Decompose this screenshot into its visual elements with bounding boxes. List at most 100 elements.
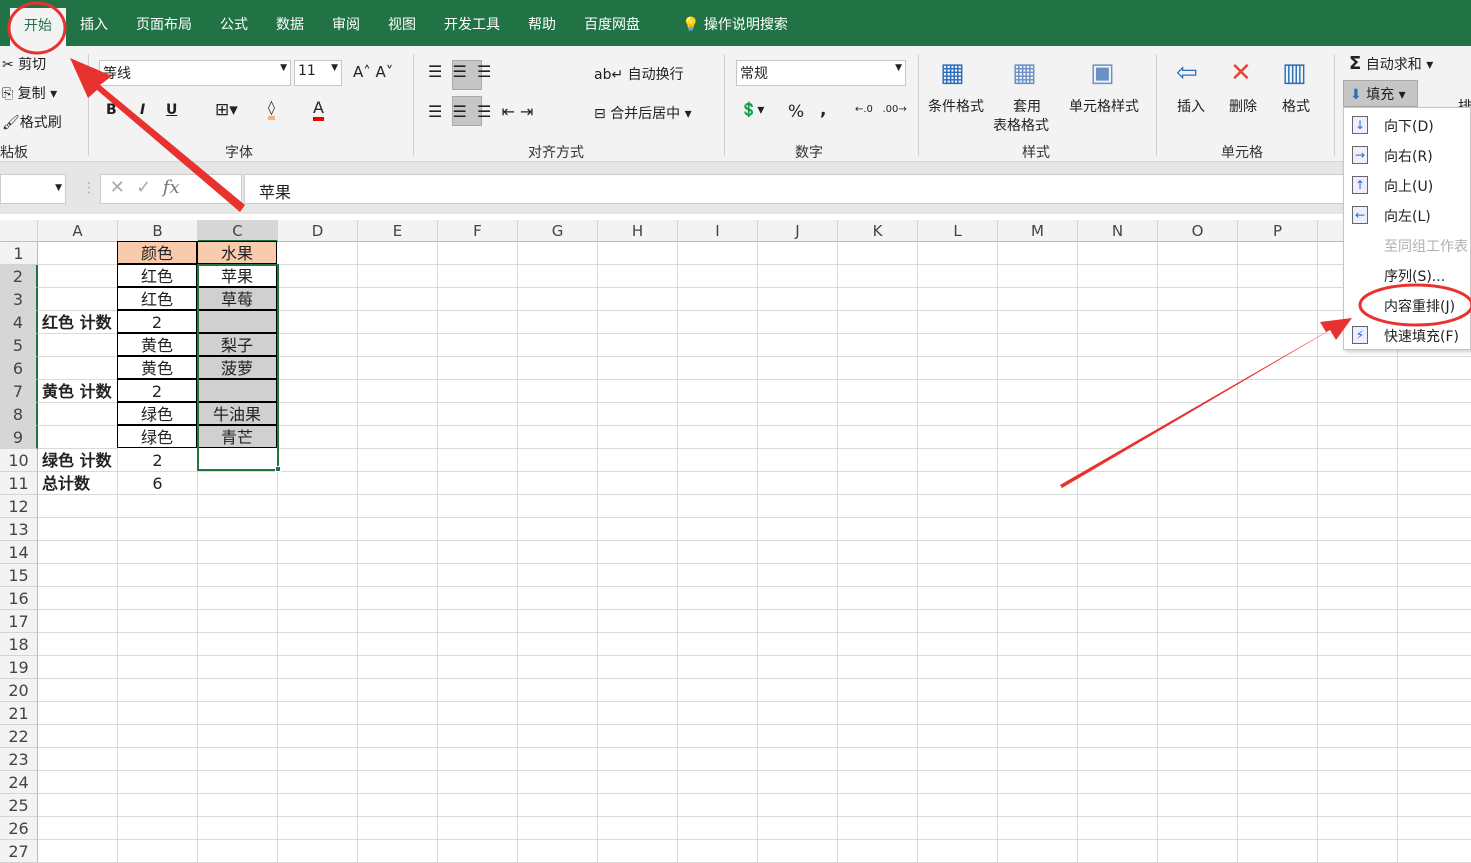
cell[interactable] <box>118 702 198 725</box>
cell[interactable] <box>1158 403 1238 426</box>
cell[interactable] <box>1238 564 1318 587</box>
cell[interactable] <box>278 380 358 403</box>
cell-A9[interactable] <box>38 426 118 449</box>
cell[interactable] <box>118 495 198 518</box>
cell[interactable] <box>1238 679 1318 702</box>
cell[interactable] <box>918 610 998 633</box>
cell[interactable] <box>838 403 918 426</box>
cell[interactable] <box>1078 564 1158 587</box>
cell[interactable] <box>518 472 598 495</box>
cell[interactable] <box>1318 587 1398 610</box>
conditional-format-button[interactable]: 条件格式 <box>928 96 984 116</box>
cell[interactable] <box>438 380 518 403</box>
cell-A3[interactable] <box>38 288 118 311</box>
cell[interactable] <box>1238 541 1318 564</box>
cell[interactable] <box>598 748 678 771</box>
cell[interactable] <box>678 357 758 380</box>
cell[interactable] <box>438 242 518 265</box>
cell[interactable] <box>598 518 678 541</box>
row-header-2[interactable]: 2 <box>0 265 38 288</box>
cell[interactable] <box>1318 679 1398 702</box>
row-header-9[interactable]: 9 <box>0 426 38 449</box>
cell[interactable] <box>918 288 998 311</box>
cell[interactable] <box>1158 748 1238 771</box>
cell[interactable] <box>998 794 1078 817</box>
row-header-22[interactable]: 22 <box>0 725 38 748</box>
cell[interactable] <box>198 633 278 656</box>
cell[interactable] <box>918 587 998 610</box>
cell[interactable] <box>358 541 438 564</box>
italic-button[interactable]: I <box>140 102 145 118</box>
cell[interactable] <box>1398 495 1471 518</box>
cell[interactable] <box>38 495 118 518</box>
cell[interactable] <box>758 265 838 288</box>
cell[interactable] <box>598 495 678 518</box>
cell-B1[interactable]: 颜色 <box>117 241 197 264</box>
cell[interactable] <box>278 702 358 725</box>
cell-A6[interactable] <box>38 357 118 380</box>
fill-menu-item-2[interactable]: 向上(U) <box>1384 176 1433 196</box>
cell[interactable] <box>278 633 358 656</box>
cell[interactable] <box>918 541 998 564</box>
cell[interactable] <box>1398 449 1471 472</box>
cell[interactable] <box>1158 495 1238 518</box>
merge-center-button[interactable]: ⊟ 合并后居中 ▾ <box>594 103 692 123</box>
cell[interactable] <box>678 449 758 472</box>
column-header-H[interactable]: H <box>598 220 678 242</box>
cell[interactable] <box>1318 380 1398 403</box>
column-header-I[interactable]: I <box>678 220 758 242</box>
cell[interactable] <box>1318 656 1398 679</box>
tab-6[interactable]: 视图 <box>374 0 430 46</box>
table-format-button[interactable]: 套用 <box>1013 96 1041 116</box>
column-header-E[interactable]: E <box>358 220 438 242</box>
cell[interactable] <box>1318 725 1398 748</box>
cell[interactable] <box>1238 610 1318 633</box>
fill-menu-item-7[interactable]: 快速填充(F) <box>1384 326 1459 346</box>
cell[interactable] <box>678 334 758 357</box>
fill-menu-item-3[interactable]: 向左(L) <box>1384 206 1431 226</box>
cell[interactable] <box>918 518 998 541</box>
cell[interactable] <box>1398 564 1471 587</box>
cell[interactable] <box>118 771 198 794</box>
cell[interactable] <box>678 311 758 334</box>
cell[interactable] <box>998 518 1078 541</box>
cell[interactable] <box>1238 265 1318 288</box>
cell[interactable] <box>38 679 118 702</box>
cell[interactable] <box>1078 449 1158 472</box>
cell[interactable] <box>278 794 358 817</box>
cell[interactable] <box>358 403 438 426</box>
cell[interactable] <box>358 610 438 633</box>
cell[interactable] <box>1318 449 1398 472</box>
cell[interactable] <box>838 357 918 380</box>
cell[interactable] <box>758 495 838 518</box>
cell[interactable] <box>1318 518 1398 541</box>
cell[interactable] <box>198 541 278 564</box>
cell[interactable] <box>518 817 598 840</box>
cell[interactable] <box>838 242 918 265</box>
cell[interactable] <box>438 357 518 380</box>
cell[interactable] <box>918 702 998 725</box>
cell[interactable] <box>998 265 1078 288</box>
cell-B10[interactable]: 2 <box>118 449 198 472</box>
cell[interactable] <box>758 702 838 725</box>
cell[interactable] <box>918 357 998 380</box>
cell[interactable] <box>438 541 518 564</box>
cell[interactable] <box>518 495 598 518</box>
cell[interactable] <box>518 679 598 702</box>
fill-menu-item-0[interactable]: 向下(D) <box>1384 116 1434 136</box>
cell[interactable] <box>838 794 918 817</box>
cell[interactable] <box>838 817 918 840</box>
cell[interactable] <box>518 403 598 426</box>
cell[interactable] <box>1158 679 1238 702</box>
cell[interactable] <box>1078 679 1158 702</box>
cell[interactable] <box>918 679 998 702</box>
cell[interactable] <box>838 702 918 725</box>
fill-color-icon[interactable]: ◊ <box>268 100 275 120</box>
cell[interactable] <box>518 311 598 334</box>
cell[interactable] <box>598 610 678 633</box>
cell[interactable] <box>758 242 838 265</box>
cell[interactable] <box>598 334 678 357</box>
cell[interactable] <box>918 449 998 472</box>
cell[interactable] <box>278 564 358 587</box>
cell[interactable] <box>438 265 518 288</box>
